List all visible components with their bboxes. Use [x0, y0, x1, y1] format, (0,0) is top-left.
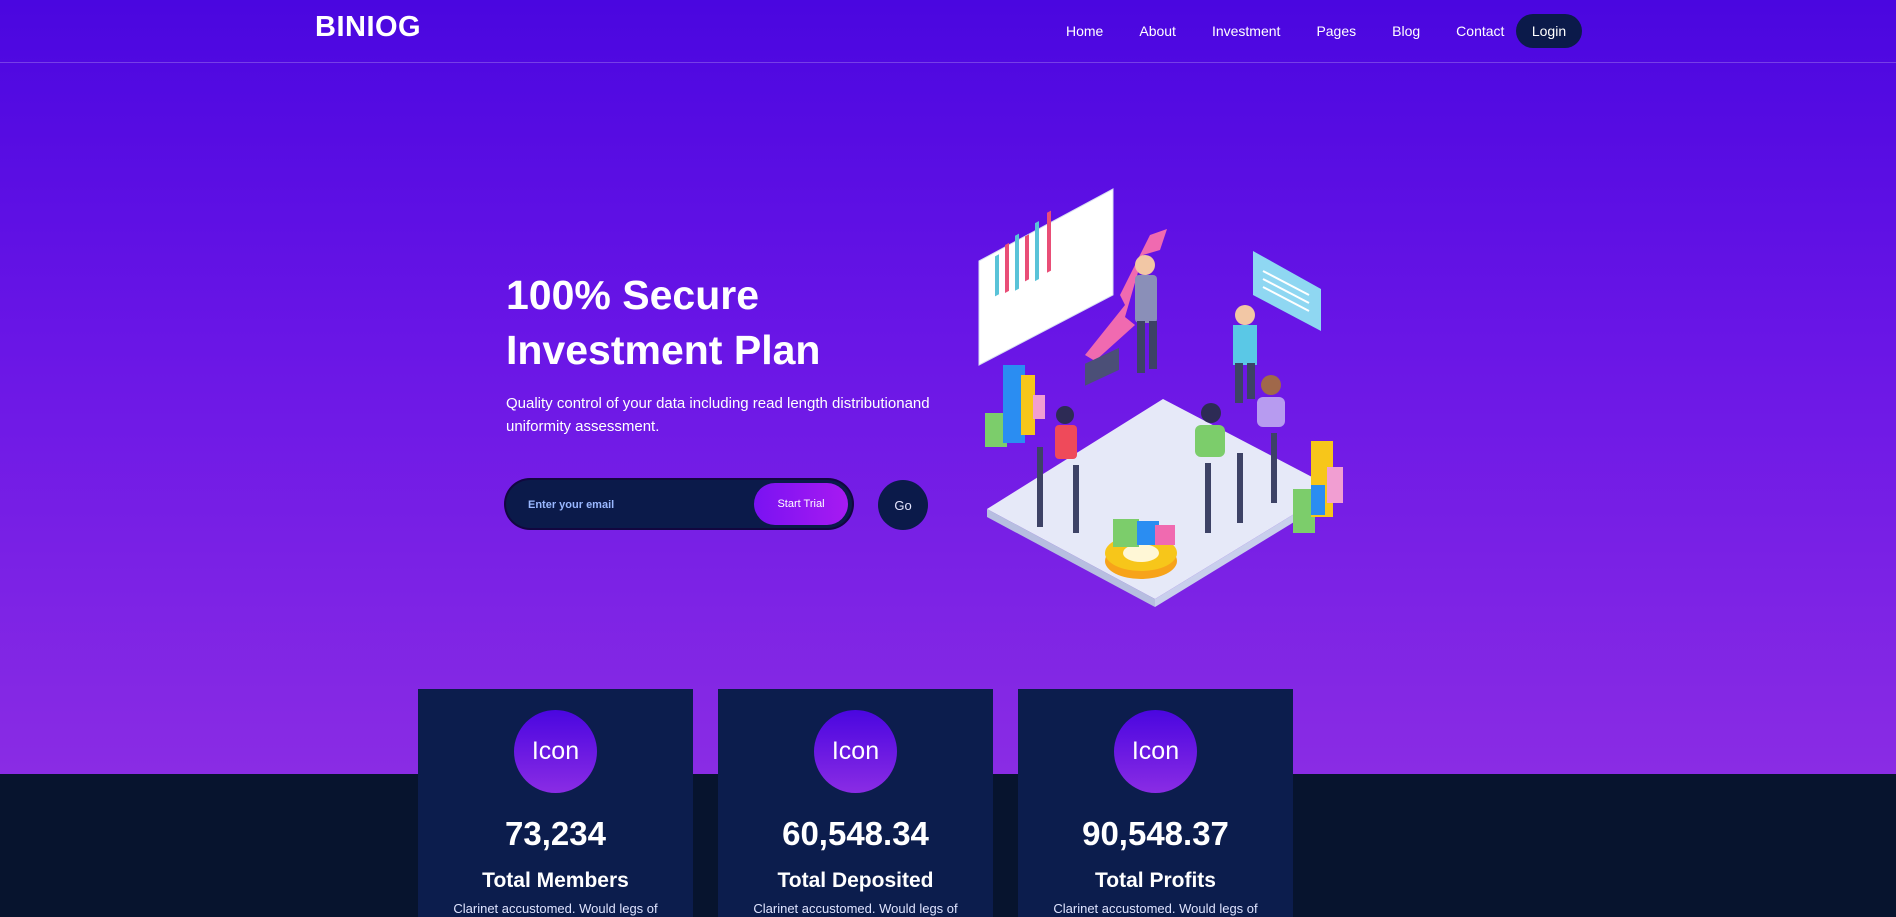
stat-description: Clarinet accustomed. Would legs of: [1053, 901, 1258, 916]
site-logo[interactable]: BINIOG: [315, 11, 421, 44]
hero-section: [0, 0, 1896, 774]
nav-home[interactable]: Home: [1048, 23, 1121, 39]
deposit-icon: Icon: [814, 710, 897, 793]
stat-label: Total Members: [482, 869, 629, 892]
main-nav: Home About Investment Pages Blog Contact: [1048, 0, 1522, 62]
login-button[interactable]: Login: [1516, 14, 1582, 48]
email-input[interactable]: [526, 494, 750, 516]
nav-about[interactable]: About: [1121, 23, 1194, 39]
hero-subtitle: Quality control of your data including r…: [506, 395, 930, 435]
team-meeting-illustration: [978, 188, 1343, 607]
stat-label: Total Profits: [1095, 869, 1216, 892]
stat-value: 60,548.34: [782, 815, 929, 852]
nav-blog[interactable]: Blog: [1374, 23, 1438, 39]
go-button[interactable]: Go: [878, 480, 928, 530]
hero-title-line1: 100% Secure: [506, 272, 760, 318]
stat-card-deposited: Icon 60,548.34 Total Deposited Clarinet …: [718, 689, 993, 917]
hero-title-line2: Investment Plan: [506, 327, 821, 373]
stat-value: 73,234: [505, 815, 606, 852]
site-header: BINIOG Home About Investment Pages Blog …: [0, 0, 1896, 63]
profits-icon: Icon: [1114, 710, 1197, 793]
members-icon: Icon: [514, 710, 597, 793]
stat-card-profits: Icon 90,548.37 Total Profits Clarinet ac…: [1018, 689, 1293, 917]
nav-contact[interactable]: Contact: [1438, 23, 1522, 39]
nav-pages[interactable]: Pages: [1298, 23, 1374, 39]
email-form: Start Trial: [506, 480, 852, 528]
stat-description: Clarinet accustomed. Would legs of: [753, 901, 958, 916]
stat-card-members: Icon 73,234 Total Members Clarinet accus…: [418, 689, 693, 917]
nav-investment[interactable]: Investment: [1194, 23, 1298, 39]
hero-title: 100% Secure Investment Plan: [506, 268, 946, 378]
start-trial-button[interactable]: Start Trial: [754, 483, 848, 525]
stat-description: Clarinet accustomed. Would legs of: [453, 901, 658, 916]
stat-value: 90,548.37: [1082, 815, 1229, 852]
stat-label: Total Deposited: [777, 869, 934, 892]
